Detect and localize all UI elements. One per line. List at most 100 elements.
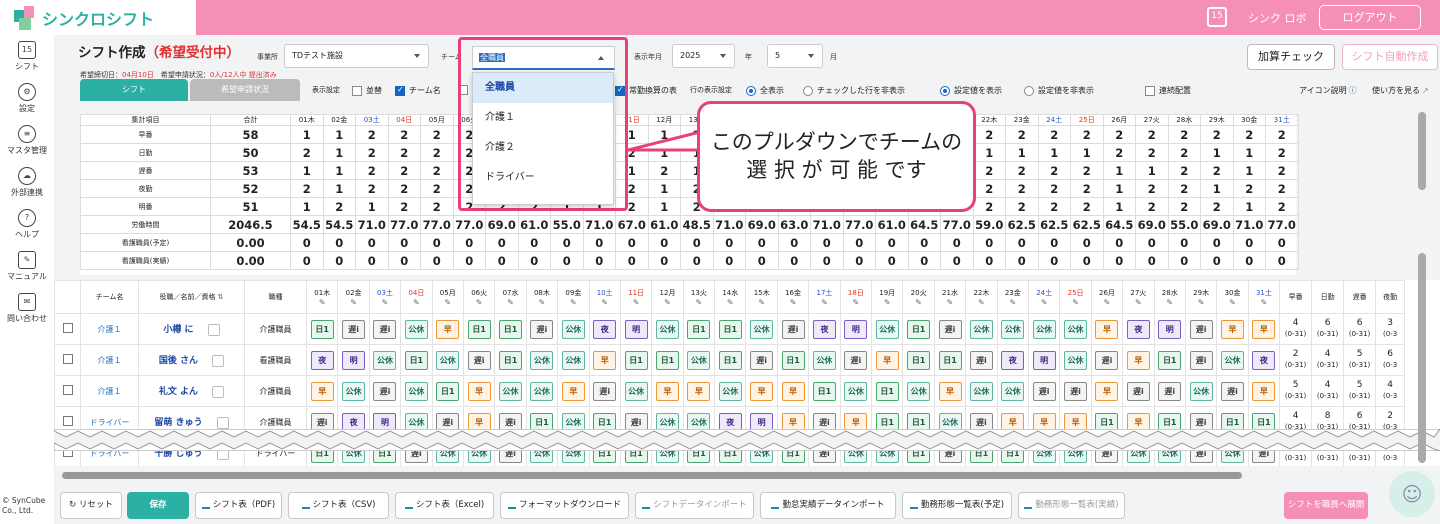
shift-badge[interactable]: 公休 [969, 381, 993, 401]
bottom-button-7[interactable]: 勤怠実績データインポート [760, 492, 896, 519]
roster-scrollbar[interactable] [1418, 253, 1426, 463]
shift-badge[interactable]: 公休 [1001, 381, 1025, 401]
shift-badge[interactable]: 公休 [844, 381, 868, 401]
shift-badge[interactable]: 日1 [1158, 350, 1182, 370]
dropdown-option[interactable]: ドライバー [473, 163, 613, 193]
shift-badge[interactable]: 早 [1095, 381, 1119, 401]
shift-badge[interactable]: 明 [1158, 319, 1182, 339]
sidebar-item-3[interactable]: ☁ 外部連携 [0, 167, 54, 198]
shift-badge[interactable]: 公休 [907, 381, 931, 401]
bottom-button-3[interactable]: シフト表（CSV) [288, 492, 389, 519]
shift-badge[interactable]: 公休 [624, 381, 648, 401]
shift-badge[interactable]: 日1 [499, 350, 523, 370]
sidebar-item-4[interactable]: ? ヘルプ [0, 209, 54, 240]
staff-name[interactable]: 小樽 に [163, 325, 193, 335]
shift-badge[interactable]: 遅i [342, 319, 366, 339]
shift-badge[interactable]: 公休 [969, 319, 993, 339]
shift-badge[interactable]: 日1 [907, 350, 931, 370]
shift-badge[interactable]: 公休 [1001, 319, 1025, 339]
sidebar-item-5[interactable]: ✎ マニュアル [0, 251, 54, 282]
sort-icon[interactable]: ⇅ [215, 293, 224, 301]
bottom-button-8[interactable]: 勤務形態一覧表(予定) [902, 492, 1012, 519]
bottom-button-2[interactable]: シフト表（PDF) [195, 492, 282, 519]
year-select[interactable]: 2025 [672, 44, 735, 68]
shift-badge[interactable]: 早 [1095, 319, 1119, 339]
shift-badge[interactable]: 遅i [1189, 319, 1213, 339]
shift-badge[interactable]: 日1 [655, 350, 679, 370]
bottom-button-10[interactable]: シフトを職員へ展開 [1284, 492, 1368, 519]
hide-setting-radio[interactable]: 設定値を非表示 [1024, 85, 1094, 96]
pencil-icon[interactable]: ✎ [684, 298, 713, 307]
shift-badge[interactable]: 公休 [718, 381, 742, 401]
hide-checked-radio[interactable]: チェックした行を非表示 [803, 85, 905, 96]
shift-badge[interactable]: 公休 [812, 350, 836, 370]
pencil-icon[interactable]: ✎ [433, 298, 462, 307]
shift-badge[interactable]: 早 [436, 319, 460, 339]
shift-badge[interactable]: 遅i [373, 319, 397, 339]
shift-badge[interactable]: 公休 [499, 381, 523, 401]
bottom-button-5[interactable]: フォーマットダウンロード [500, 492, 629, 519]
pencil-icon[interactable]: ✎ [559, 298, 588, 307]
role-dropdown-icon[interactable] [212, 385, 225, 398]
month-select[interactable]: 5 [767, 44, 823, 68]
shift-badge[interactable]: 日1 [404, 350, 428, 370]
shift-badge[interactable]: 早 [781, 381, 805, 401]
pencil-icon[interactable]: ✎ [527, 298, 556, 307]
shift-badge[interactable]: 遅i [593, 381, 617, 401]
pencil-icon[interactable]: ✎ [998, 298, 1027, 307]
role-dropdown-icon[interactable] [207, 323, 220, 336]
shift-badge[interactable]: 公休 [687, 350, 711, 370]
sort-checkbox[interactable]: 並替 [352, 85, 382, 96]
shift-badge[interactable]: 遅i [1126, 381, 1150, 401]
shift-badge[interactable]: 日1 [812, 381, 836, 401]
shift-badge[interactable]: 遅i [467, 350, 491, 370]
pencil-icon[interactable]: ✎ [402, 298, 431, 307]
row-checkbox[interactable] [62, 323, 73, 333]
pencil-icon[interactable]: ✎ [716, 298, 745, 307]
summary-scrollbar[interactable] [1418, 112, 1426, 190]
shift-badge[interactable]: 日1 [310, 319, 334, 339]
shift-badge[interactable]: 公休 [1064, 319, 1088, 339]
shift-badge[interactable]: 日1 [938, 350, 962, 370]
sidebar-item-6[interactable]: ✉ 問い合わせ [0, 293, 54, 324]
shift-badge[interactable]: 早 [593, 350, 617, 370]
shift-badge[interactable]: 遅i [1221, 381, 1245, 401]
row-checkbox[interactable] [62, 354, 73, 364]
tab-request[interactable]: 希望申請状況 [190, 79, 300, 101]
continuous-checkbox[interactable]: 連続配置 [1145, 85, 1191, 96]
shift-badge[interactable]: 公休 [530, 381, 554, 401]
dropdown-option[interactable]: 介護２ [473, 133, 613, 163]
shift-badge[interactable]: 夜 [1001, 350, 1025, 370]
pencil-icon[interactable]: ✎ [464, 298, 493, 307]
staff-name[interactable]: 国後 さん [159, 356, 198, 366]
shift-badge[interactable]: 遅i [530, 319, 554, 339]
shift-badge[interactable]: 公休 [1032, 319, 1056, 339]
pencil-icon[interactable]: ✎ [1061, 298, 1090, 307]
pencil-icon[interactable]: ✎ [1092, 298, 1121, 307]
shift-badge[interactable]: 遅i [969, 350, 993, 370]
shift-badge[interactable]: 夜 [593, 319, 617, 339]
shift-badge[interactable]: 公休 [750, 319, 774, 339]
shift-badge[interactable]: 遅i [1158, 381, 1182, 401]
pencil-icon[interactable]: ✎ [967, 298, 996, 307]
shift-badge[interactable]: 遅i [373, 381, 397, 401]
shift-badge[interactable]: 早 [1252, 381, 1276, 401]
pencil-icon[interactable]: ✎ [873, 298, 902, 307]
pencil-icon[interactable]: ✎ [1186, 298, 1215, 307]
shift-badge[interactable]: 早 [1221, 319, 1245, 339]
shift-badge[interactable]: 日1 [624, 350, 648, 370]
shift-badge[interactable]: 早 [655, 381, 679, 401]
shift-badge[interactable]: 公休 [436, 350, 460, 370]
dropdown-option[interactable]: 全職員 [473, 73, 613, 103]
pencil-icon[interactable]: ✎ [1029, 298, 1058, 307]
shift-badge[interactable]: 公休 [875, 319, 899, 339]
all-radio[interactable]: 全表示 [746, 85, 784, 96]
shift-badge[interactable]: 公休 [530, 350, 554, 370]
bottom-button-6[interactable]: シフトデータインポート [635, 492, 754, 519]
shift-badge[interactable]: 明 [844, 319, 868, 339]
bottom-button-0[interactable]: ↻ リセット [60, 492, 122, 519]
shift-badge[interactable]: 日1 [718, 350, 742, 370]
shift-badge[interactable]: 公休 [342, 381, 366, 401]
row-checkbox[interactable] [62, 385, 73, 395]
staff-name[interactable]: 留萌 きゅう [154, 418, 202, 428]
